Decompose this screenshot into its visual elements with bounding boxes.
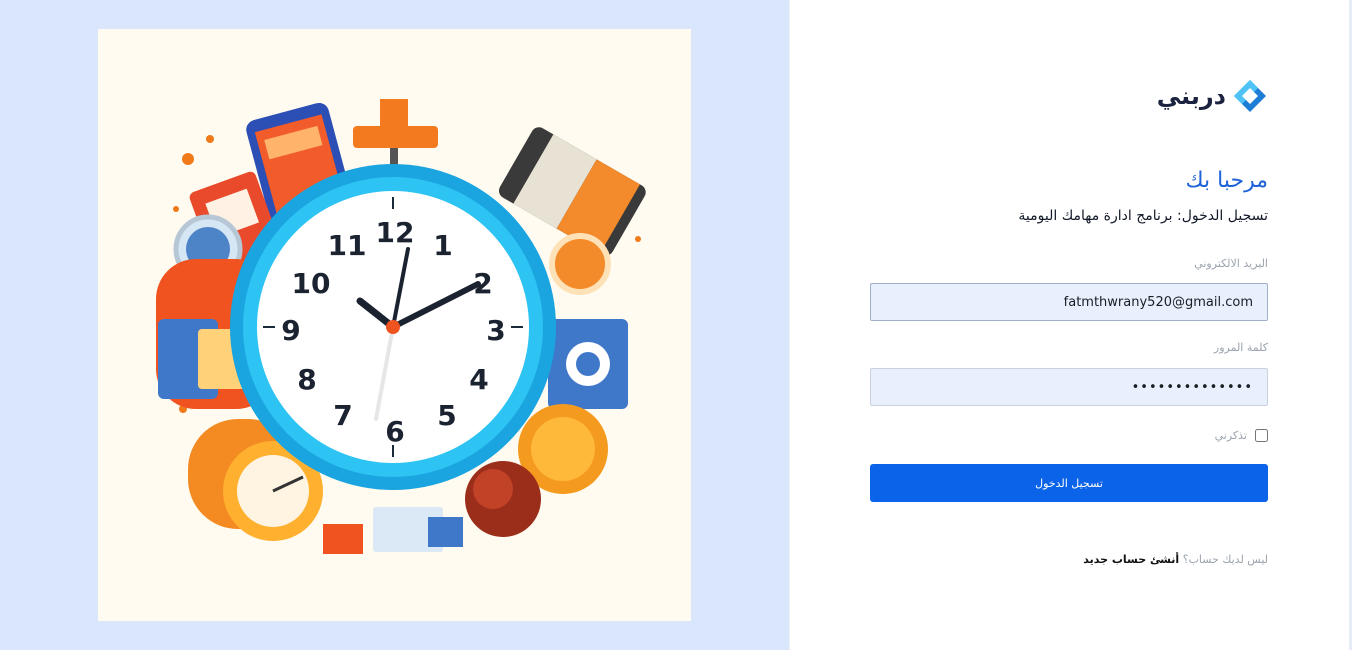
- login-subtitle: تسجيل الدخول: برنامج ادارة مهامك اليومية: [1018, 208, 1268, 224]
- svg-text:11: 11: [328, 229, 367, 262]
- signup-link[interactable]: أنشئ حساب جديد: [1083, 553, 1179, 566]
- signup-prompt: ليس لديك حساب؟: [1182, 553, 1268, 566]
- login-form-pane: دربني مرحبا بك تسجيل الدخول: برنامج ادار…: [789, 0, 1352, 650]
- clock-illustration: 12 1 2 3 4 5 6 7 8 9 10 11: [98, 29, 691, 621]
- svg-text:3: 3: [486, 314, 505, 347]
- remember-me: تذكرني: [1215, 429, 1268, 442]
- svg-text:9: 9: [281, 314, 300, 347]
- svg-text:1: 1: [433, 229, 452, 262]
- svg-text:5: 5: [437, 399, 456, 432]
- svg-text:7: 7: [333, 399, 352, 432]
- pane-edge: [1349, 0, 1352, 650]
- brand-name: دربني: [1156, 82, 1226, 110]
- svg-text:10: 10: [292, 267, 331, 300]
- brand: دربني: [1157, 78, 1268, 114]
- brand-logo-icon: [1234, 80, 1266, 112]
- signup-row: ليس لديك حساب؟ أنشئ حساب جديد: [1083, 553, 1268, 566]
- email-label: البريد الالكتروني: [1194, 257, 1268, 270]
- illustration-pane: 12 1 2 3 4 5 6 7 8 9 10 11: [0, 0, 789, 650]
- email-field[interactable]: [870, 283, 1268, 321]
- remember-label: تذكرني: [1214, 429, 1247, 442]
- login-button[interactable]: تسجيل الدخول: [870, 464, 1268, 502]
- svg-text:8: 8: [297, 363, 316, 396]
- svg-text:4: 4: [469, 363, 488, 396]
- svg-text:12: 12: [376, 216, 415, 249]
- svg-text:6: 6: [385, 415, 404, 448]
- password-label: كلمة المرور: [1213, 341, 1268, 354]
- login-page: 12 1 2 3 4 5 6 7 8 9 10 11 دربني مرحبا ب…: [0, 0, 1354, 650]
- remember-checkbox[interactable]: [1255, 429, 1268, 442]
- password-field[interactable]: [870, 368, 1268, 406]
- welcome-heading: مرحبا بك: [1185, 168, 1268, 193]
